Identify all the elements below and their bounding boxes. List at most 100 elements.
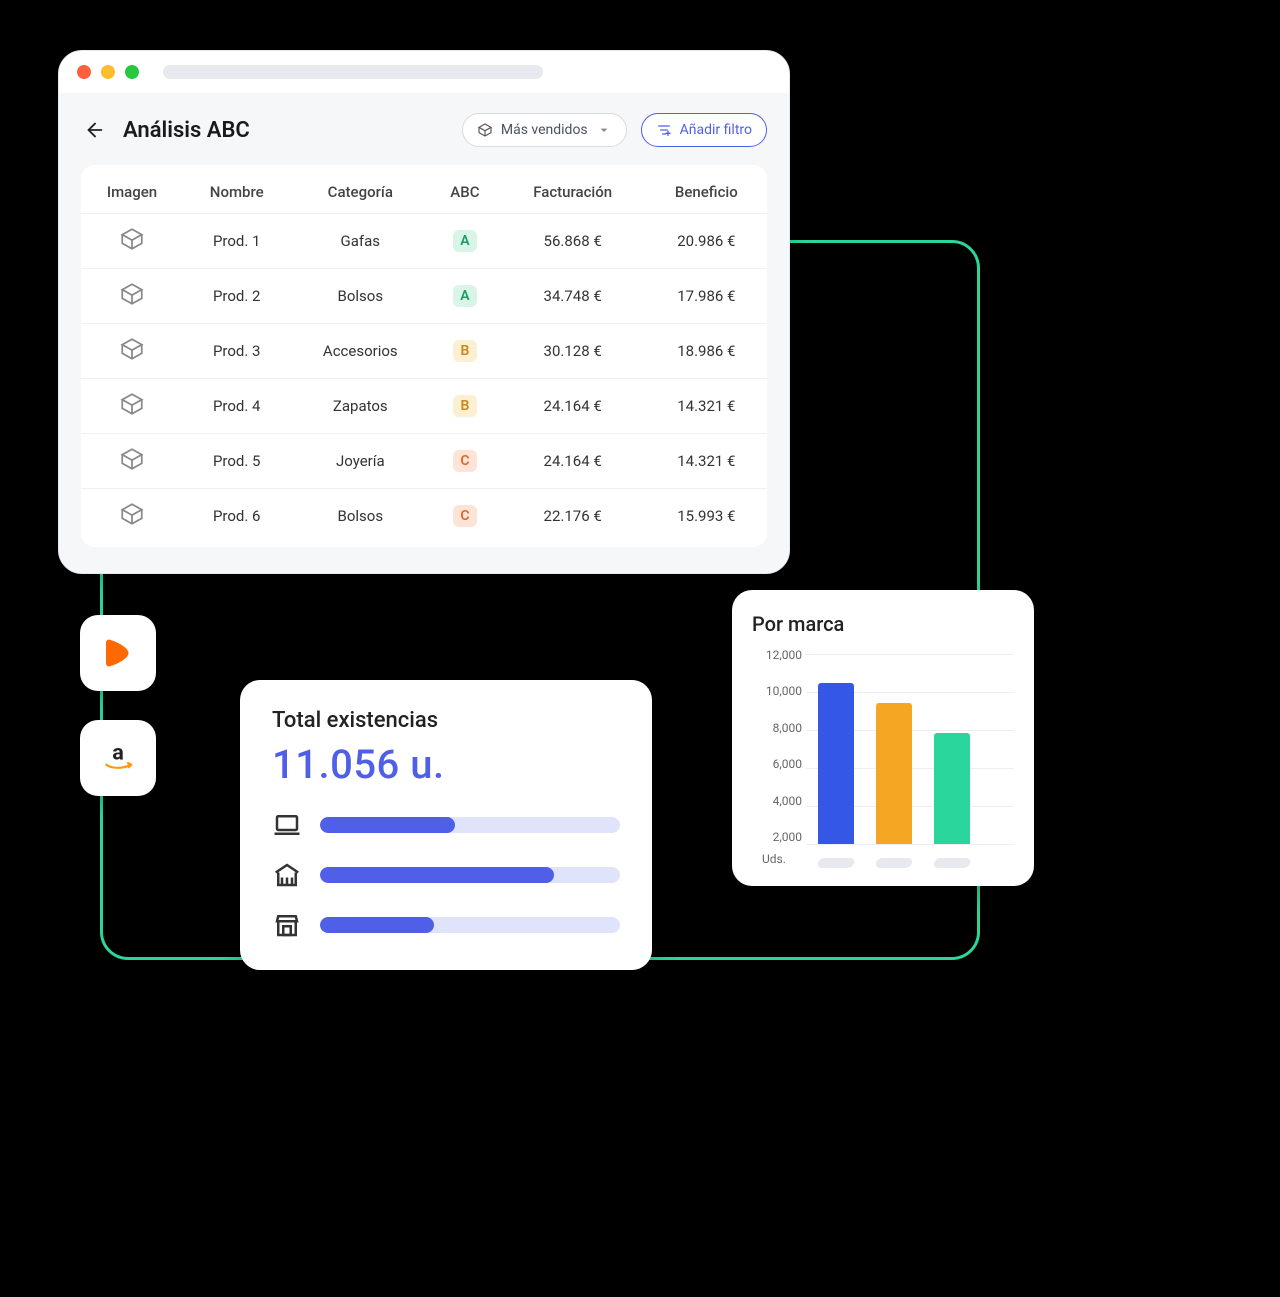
revenue: 34.748 €: [500, 269, 646, 324]
abc-class: C: [430, 434, 500, 489]
amazon-icon: a: [98, 738, 138, 778]
ytick: 8,000: [752, 721, 802, 735]
stock-channel-laptop: [272, 810, 620, 840]
product-category: Gafas: [290, 214, 430, 269]
svg-text:a: a: [112, 741, 124, 766]
arrow-left-icon: [84, 119, 106, 141]
ytick: 12,000: [752, 648, 802, 662]
col-5: Beneficio: [646, 171, 767, 214]
col-2: Categoría: [290, 171, 430, 214]
laptop-icon: [272, 810, 302, 840]
bar-brand-2: [876, 703, 912, 844]
url-bar-placeholder: [163, 65, 543, 79]
ytick: 4,000: [752, 794, 802, 808]
ytick: 6,000: [752, 757, 802, 771]
product-name: Prod. 2: [183, 269, 290, 324]
zalando-icon: [100, 635, 136, 671]
traffic-light-close[interactable]: [77, 65, 91, 79]
bar-brand-3: [934, 733, 970, 844]
add-filter-label: Añadir filtro: [680, 122, 752, 138]
warehouse-icon: [272, 860, 302, 890]
product-thumb: [81, 269, 183, 324]
xtick-placeholder: [817, 858, 855, 868]
store-icon: [272, 910, 302, 940]
brand-chart-card: Por marca 12,000 10,000 8,000 6,000 4,000 2,0…: [732, 590, 1034, 886]
profit: 18.986 €: [646, 324, 767, 379]
product-name: Prod. 6: [183, 489, 290, 544]
abc-table-card: ImagenNombreCategoríaABCFacturaciónBenef…: [81, 165, 767, 547]
ytick: 10,000: [752, 684, 802, 698]
col-1: Nombre: [183, 171, 290, 214]
traffic-light-zoom[interactable]: [125, 65, 139, 79]
brand-chart-title: Por marca: [752, 612, 1014, 636]
product-name: Prod. 5: [183, 434, 290, 489]
abc-class: B: [430, 324, 500, 379]
revenue: 24.164 €: [500, 434, 646, 489]
sort-dropdown[interactable]: Más vendidos: [462, 113, 627, 147]
product-category: Bolsos: [290, 489, 430, 544]
col-3: ABC: [430, 171, 500, 214]
back-button[interactable]: [81, 116, 109, 144]
stock-bar-fill: [320, 817, 455, 833]
product-category: Accesorios: [290, 324, 430, 379]
stock-bar-track: [320, 917, 620, 933]
profit: 15.993 €: [646, 489, 767, 544]
traffic-light-minimize[interactable]: [101, 65, 115, 79]
product-category: Bolsos: [290, 269, 430, 324]
profit: 14.321 €: [646, 379, 767, 434]
abc-class: A: [430, 214, 500, 269]
product-thumb: [81, 324, 183, 379]
bar-brand-1: [818, 683, 854, 845]
abc-table: ImagenNombreCategoríaABCFacturaciónBenef…: [81, 171, 767, 543]
abc-class: A: [430, 269, 500, 324]
revenue: 22.176 €: [500, 489, 646, 544]
product-category: Zapatos: [290, 379, 430, 434]
abc-class: C: [430, 489, 500, 544]
chart-units-label: Uds.: [762, 852, 786, 866]
add-filter-button[interactable]: Añadir filtro: [641, 113, 767, 147]
window-titlebar: [59, 51, 789, 93]
table-row[interactable]: Prod. 2BolsosA34.748 €17.986 €: [81, 269, 767, 324]
profit: 14.321 €: [646, 434, 767, 489]
stock-bar-track: [320, 867, 620, 883]
product-thumb: [81, 214, 183, 269]
table-row[interactable]: Prod. 5JoyeríaC24.164 €14.321 €: [81, 434, 767, 489]
chevron-down-icon: [596, 122, 612, 138]
xtick-placeholder: [875, 858, 913, 868]
table-row[interactable]: Prod. 1GafasA56.868 €20.986 €: [81, 214, 767, 269]
stock-bar-track: [320, 817, 620, 833]
product-category: Joyería: [290, 434, 430, 489]
col-4: Facturación: [500, 171, 646, 214]
stock-channel-warehouse: [272, 860, 620, 890]
product-name: Prod. 3: [183, 324, 290, 379]
stock-channel-store: [272, 910, 620, 940]
integration-tile-amazon[interactable]: a: [80, 720, 156, 796]
product-thumb: [81, 379, 183, 434]
stock-value: 11.056 u.: [272, 741, 620, 788]
stock-bar-fill: [320, 917, 434, 933]
revenue: 30.128 €: [500, 324, 646, 379]
page-header: Análisis ABC Más vendidos Añadir filtro: [81, 113, 767, 147]
table-row[interactable]: Prod. 6BolsosC22.176 €15.993 €: [81, 489, 767, 544]
revenue: 56.868 €: [500, 214, 646, 269]
revenue: 24.164 €: [500, 379, 646, 434]
sort-dropdown-label: Más vendidos: [501, 122, 588, 138]
package-icon: [477, 122, 493, 138]
product-thumb: [81, 434, 183, 489]
page-title: Análisis ABC: [123, 118, 448, 143]
product-name: Prod. 4: [183, 379, 290, 434]
filter-add-icon: [656, 122, 672, 138]
profit: 20.986 €: [646, 214, 767, 269]
table-row[interactable]: Prod. 4ZapatosB24.164 €14.321 €: [81, 379, 767, 434]
table-row[interactable]: Prod. 3AccesoriosB30.128 €18.986 €: [81, 324, 767, 379]
total-stock-card: Total existencias 11.056 u.: [240, 680, 652, 970]
integration-tile-zalando[interactable]: [80, 615, 156, 691]
stock-title: Total existencias: [272, 708, 620, 733]
profit: 17.986 €: [646, 269, 767, 324]
col-0: Imagen: [81, 171, 183, 214]
ytick: 2,000: [752, 830, 802, 844]
xtick-placeholder: [933, 858, 971, 868]
brand-chart: 12,000 10,000 8,000 6,000 4,000 2,000 Uds.: [752, 648, 1014, 868]
abc-analysis-window: Análisis ABC Más vendidos Añadir filtro …: [58, 50, 790, 574]
abc-class: B: [430, 379, 500, 434]
